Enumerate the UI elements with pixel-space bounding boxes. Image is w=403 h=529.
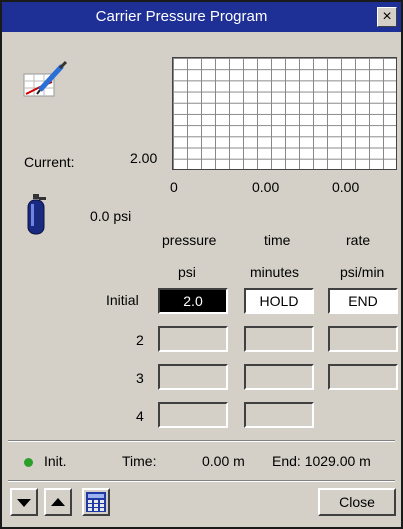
status-led-icon <box>24 458 33 467</box>
plot-x-tick-0: 0 <box>170 179 178 195</box>
plot-y-label: 2.00 <box>130 150 158 166</box>
unit-pressure: psi <box>178 264 196 280</box>
row2-pressure-field[interactable] <box>158 326 228 352</box>
current-label: Current: <box>24 154 75 170</box>
row4-time-field[interactable] <box>244 402 314 428</box>
window-close-button[interactable]: × <box>377 7 397 27</box>
unit-rate: psi/min <box>340 264 385 280</box>
row-label-3: 3 <box>136 370 144 386</box>
close-button[interactable]: Close <box>318 488 396 516</box>
status-time-value: 0.00 m <box>202 453 245 469</box>
header-pressure: pressure <box>162 232 217 248</box>
status-time-label: Time: <box>122 453 157 469</box>
row3-pressure-field[interactable] <box>158 364 228 390</box>
initial-time-field[interactable]: HOLD <box>244 288 314 314</box>
row-label-2: 2 <box>136 332 144 348</box>
edit-graph-icon[interactable] <box>22 60 68 100</box>
current-pressure-value: 0.0 psi <box>90 208 132 224</box>
row4-pressure-field[interactable] <box>158 402 228 428</box>
unit-time: minutes <box>250 264 300 280</box>
window-title: Carrier Pressure Program <box>95 8 268 25</box>
move-down-button[interactable] <box>10 488 38 516</box>
status-end: End: 1029.00 m <box>272 453 371 469</box>
down-arrow-icon <box>17 499 31 507</box>
calculator-icon <box>86 492 106 512</box>
gas-cylinder-icon <box>24 194 48 236</box>
status-separator-bottom <box>8 480 395 482</box>
up-arrow-icon <box>51 498 65 506</box>
header-rate: rate <box>346 232 371 248</box>
initial-rate-field[interactable]: END <box>328 288 398 314</box>
row2-rate-field[interactable] <box>328 326 398 352</box>
row-label-4: 4 <box>136 408 144 424</box>
move-up-button[interactable] <box>44 488 72 516</box>
plot-x-tick-1: 0.00 <box>252 179 280 195</box>
status-state: Init. <box>44 453 67 469</box>
pressure-plot <box>172 57 397 170</box>
row2-time-field[interactable] <box>244 326 314 352</box>
status-separator-top <box>8 440 395 442</box>
row-label-initial: Initial <box>106 292 139 308</box>
calculator-button[interactable] <box>82 488 110 516</box>
plot-x-tick-2: 0.00 <box>332 179 360 195</box>
title-bar: Carrier Pressure Program × <box>2 2 401 32</box>
initial-pressure-field[interactable]: 2.0 <box>158 288 228 314</box>
header-time: time <box>264 232 291 248</box>
carrier-pressure-window: Carrier Pressure Program × Current: 2.00… <box>0 0 403 529</box>
row3-rate-field[interactable] <box>328 364 398 390</box>
row3-time-field[interactable] <box>244 364 314 390</box>
